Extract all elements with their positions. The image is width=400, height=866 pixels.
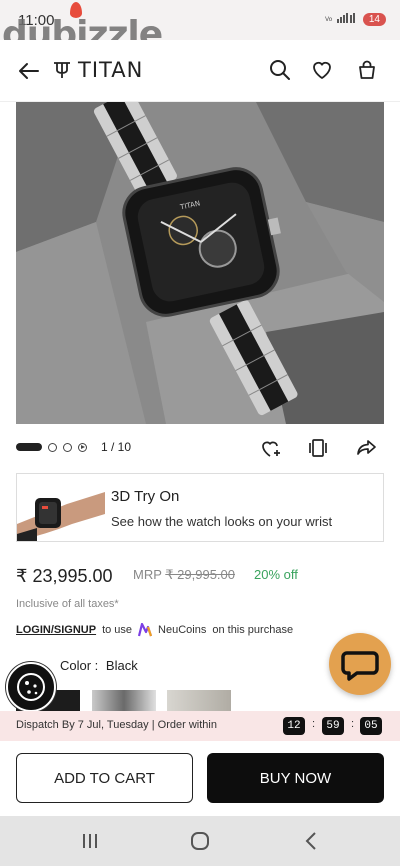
neucoins-text-before: to use: [102, 624, 133, 636]
timer-hours: 12: [283, 717, 305, 735]
color-label: Color : Black: [60, 658, 138, 673]
mrp-value: ₹ 29,995.00: [165, 567, 235, 582]
bag-button[interactable]: [354, 57, 380, 83]
color-label-text: Color :: [60, 658, 99, 673]
product-price: ₹ 23,995.00: [16, 566, 113, 586]
flame-icon: [70, 2, 82, 18]
neucoins-text-after: on this purchase: [212, 624, 294, 636]
signal-icon: Vo: [325, 12, 359, 27]
home-button[interactable]: [188, 829, 212, 853]
timer-separator: :: [312, 718, 316, 730]
search-icon: [270, 60, 290, 80]
chat-button[interactable]: [329, 633, 391, 695]
add-to-cart-button[interactable]: ADD TO CART: [16, 753, 193, 803]
taxes-note: Inclusive of all taxes*: [16, 598, 119, 610]
color-value: Black: [105, 658, 138, 673]
gallery-counter: 1 / 10: [101, 440, 132, 454]
watch-photo: TITAN: [16, 102, 384, 424]
pager-dot[interactable]: [48, 442, 57, 452]
system-nav-bar: [0, 816, 400, 866]
svg-text:Vo: Vo: [325, 16, 333, 23]
titan-logo-icon: [54, 62, 70, 78]
neucoins-row: LOGIN/SIGNUP to use NeuCoins on this pur…: [16, 623, 293, 637]
app-header: TITAN: [0, 40, 400, 102]
search-button[interactable]: [267, 57, 293, 83]
try-on-title: 3D Try On: [111, 488, 180, 505]
pager-dot-active[interactable]: [16, 443, 42, 451]
share-button[interactable]: [354, 436, 378, 460]
pager-dot[interactable]: [63, 442, 72, 452]
discount-badge: 20% off: [254, 567, 298, 582]
try-on-subtitle: See how the watch looks on your wrist: [111, 514, 333, 529]
compare-icon: [309, 439, 327, 457]
dispatch-text: Dispatch By 7 Jul, Tuesday | Order withi…: [16, 719, 217, 731]
mrp: MRP ₹ 29,995.00: [133, 567, 235, 583]
heart-plus-icon: [262, 441, 280, 457]
login-signup-link[interactable]: LOGIN/SIGNUP: [16, 624, 96, 636]
shopping-bag-icon: [359, 60, 375, 79]
status-icons: Vo 14: [325, 12, 386, 27]
timer-separator: :: [351, 718, 355, 730]
buy-now-button[interactable]: BUY NOW: [207, 753, 384, 803]
brand-logo[interactable]: TITAN: [52, 58, 143, 82]
wishlist-add-button[interactable]: [259, 436, 283, 460]
heart-icon: [313, 61, 331, 80]
neucoins-brand: NeuCoins: [158, 624, 207, 636]
wrist-watch-image: [17, 474, 105, 541]
back-button[interactable]: [16, 58, 42, 84]
recent-apps-icon: [83, 834, 97, 848]
battery-badge: 14: [362, 13, 386, 26]
play-video-icon[interactable]: [78, 442, 87, 452]
chat-bubble-icon: [341, 651, 379, 681]
arrow-left-icon: [19, 63, 39, 79]
try-on-card[interactable]: 3D Try On See how the watch looks on you…: [16, 473, 384, 542]
home-icon: [191, 832, 209, 850]
wishlist-button[interactable]: [309, 57, 335, 83]
gallery-pager: 1 / 10: [16, 440, 131, 454]
share-icon: [357, 440, 376, 455]
timer-minutes: 59: [322, 717, 344, 735]
brand-name: TITAN: [78, 58, 144, 82]
neucoins-logo-icon: [138, 623, 153, 637]
dispatch-bar: Dispatch By 7 Jul, Tuesday | Order withi…: [0, 711, 400, 741]
cookie-icon: [17, 673, 45, 701]
recent-apps-button[interactable]: [78, 829, 102, 853]
timer-seconds: 05: [360, 717, 382, 735]
cookie-settings-button[interactable]: [6, 662, 56, 712]
mrp-label: MRP: [133, 567, 162, 582]
product-image[interactable]: TITAN: [16, 102, 384, 424]
chevron-left-icon: [305, 832, 316, 850]
system-back-button[interactable]: [300, 829, 324, 853]
compare-button[interactable]: [306, 436, 330, 460]
